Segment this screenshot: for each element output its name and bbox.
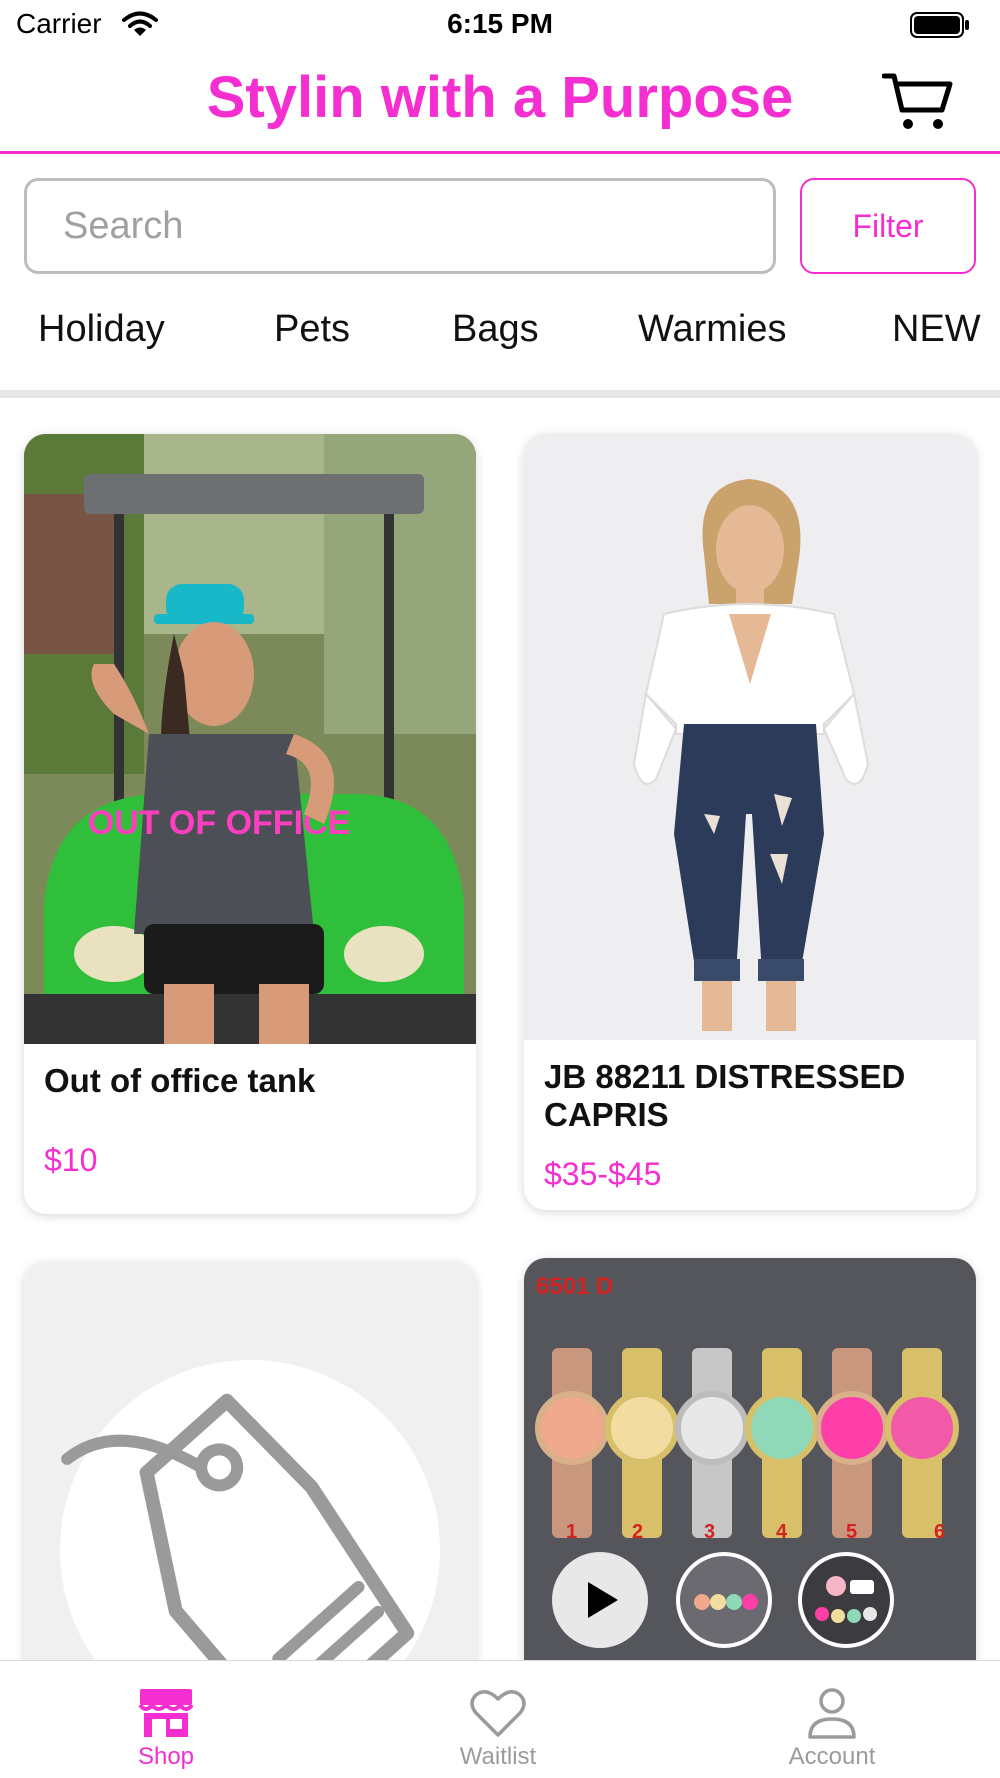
battery-icon — [910, 12, 969, 38]
thumbnail-image[interactable] — [674, 1550, 774, 1650]
tab-label: Account — [788, 1743, 876, 1770]
product-card[interactable]: JB 88211 DISTRESSED CAPRIS $35-$45 — [524, 434, 976, 1210]
cart-icon[interactable] — [882, 70, 954, 134]
category-warmies[interactable]: Warmies — [638, 308, 786, 351]
tab-label: Shop — [137, 1743, 195, 1770]
watch-number: 6 — [934, 1521, 945, 1543]
shop-icon — [138, 1689, 194, 1737]
product-image — [524, 434, 976, 1040]
app-title: Stylin with a Purpose — [206, 65, 794, 130]
category-bar: Holiday Pets Bags Warmies NEW — [0, 302, 1000, 362]
watch-number: 5 — [846, 1521, 857, 1543]
product-title: JB 88211 DISTRESSED CAPRIS — [544, 1058, 906, 1133]
product-card[interactable]: 6501 D 1 2 3 4 5 6 — [524, 1258, 976, 1682]
product-image: OUT OF OFFICE — [24, 434, 476, 1044]
status-time: 6:15 PM — [447, 8, 553, 39]
person-icon — [808, 1688, 856, 1739]
tab-bar: Shop Waitlist Account — [0, 1660, 1000, 1778]
image-code-text: 6501 D — [536, 1273, 613, 1300]
tab-shop[interactable]: Shop — [66, 1661, 266, 1778]
category-pets[interactable]: Pets — [274, 308, 350, 351]
watch-number: 3 — [704, 1521, 715, 1543]
watch-number: 1 — [566, 1521, 577, 1543]
search-input[interactable] — [24, 178, 776, 274]
product-price: $35-$45 — [544, 1156, 662, 1192]
divider — [0, 390, 1000, 398]
product-card[interactable]: OUT OF OFFICE Out of office tank $10 — [24, 434, 476, 1214]
category-bags[interactable]: Bags — [452, 308, 539, 351]
watch-number: 4 — [776, 1521, 788, 1543]
product-price: $10 — [44, 1142, 98, 1178]
category-holiday[interactable]: Holiday — [38, 308, 165, 351]
status-bar: Carrier 6:15 PM — [0, 0, 1000, 50]
product-card[interactable] — [24, 1262, 476, 1682]
category-new[interactable]: NEW — [892, 308, 981, 351]
tab-account[interactable]: Account — [732, 1661, 932, 1778]
thumbnail-image[interactable] — [796, 1550, 896, 1650]
product-title: Out of office tank — [44, 1062, 316, 1099]
filter-button[interactable]: Filter — [800, 178, 976, 274]
watch-number: 2 — [632, 1521, 643, 1543]
heart-icon — [470, 1690, 526, 1737]
tag-placeholder-icon — [60, 1360, 440, 1682]
app-header: Stylin with a Purpose — [0, 50, 1000, 154]
tab-waitlist[interactable]: Waitlist — [398, 1661, 598, 1778]
tab-label: Waitlist — [459, 1743, 537, 1770]
play-video-icon[interactable] — [550, 1550, 650, 1650]
